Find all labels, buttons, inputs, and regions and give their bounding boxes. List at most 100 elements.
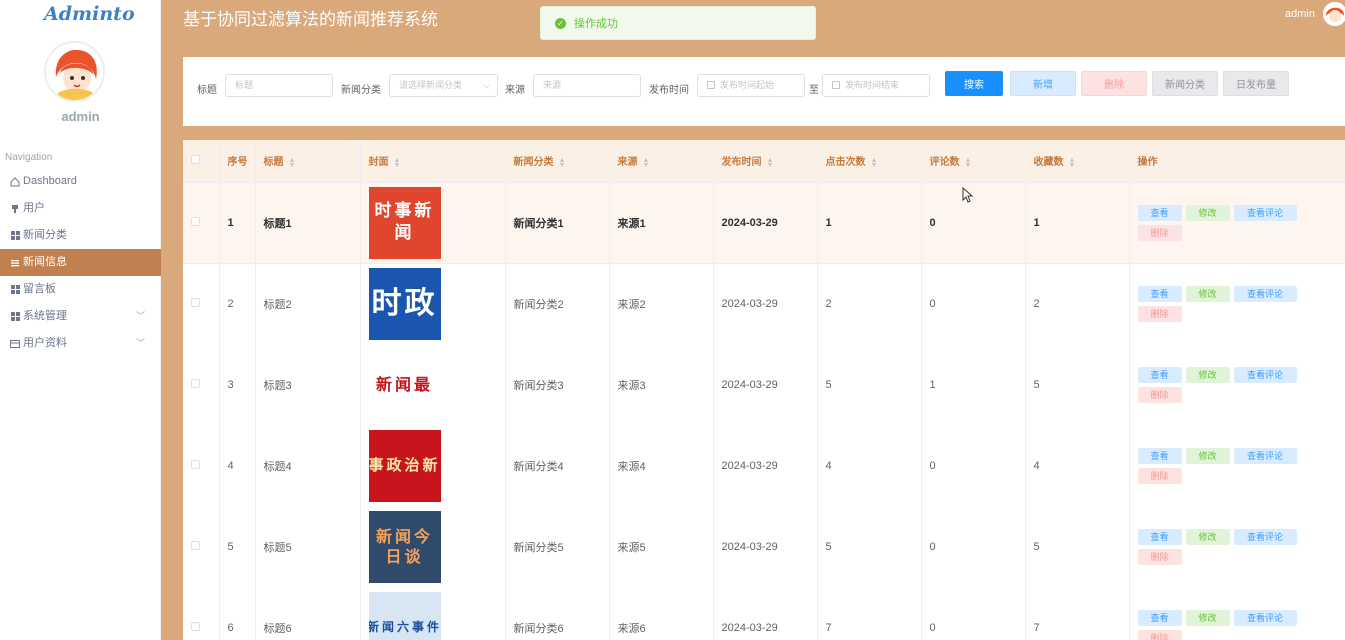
view-button[interactable]: 查看 (1137, 609, 1182, 626)
column-header-category[interactable]: 新闻分类 ▲ ▼ (505, 140, 610, 183)
sort-icon[interactable]: ▲ ▼ (289, 157, 296, 169)
view-comments-button[interactable]: 查看评论 (1233, 366, 1297, 383)
sort-icon[interactable]: ▲ ▼ (767, 157, 774, 169)
sort-icon[interactable]: ▲ ▼ (643, 157, 650, 169)
row-checkbox[interactable] (191, 540, 200, 550)
cover-image[interactable]: 新闻最 (368, 348, 441, 421)
row-actions: 查看 修改 查看评论 删除 (1137, 204, 1308, 241)
view-comments-button[interactable]: 查看评论 (1233, 528, 1297, 545)
row-checkbox[interactable] (191, 378, 200, 388)
row-date: 2024-03-29 (713, 506, 818, 587)
column-header-title[interactable]: 标题 ▲ ▼ (255, 140, 361, 183)
row-comments: 0 (921, 263, 1026, 344)
column-header-comments[interactable]: 评论数 ▲ ▼ (921, 140, 1026, 183)
delete-button[interactable]: 删除 (1137, 467, 1182, 484)
row-checkbox[interactable] (191, 216, 200, 226)
column-header-favorites[interactable]: 收藏数 ▲ ▼ (1025, 140, 1130, 183)
sort-icon[interactable]: ▲ ▼ (559, 157, 566, 169)
source-filter-input[interactable]: 来源 (533, 74, 641, 97)
delete-button[interactable]: 删除 (1137, 224, 1182, 241)
search-button[interactable]: 搜索 (945, 71, 1003, 96)
cover-text: 新闻最 (375, 374, 433, 394)
top-avatar[interactable] (1323, 2, 1345, 26)
view-button[interactable]: 查看 (1137, 528, 1182, 545)
cover-image[interactable]: 新闻今日谈 (368, 510, 441, 583)
row-title: 标题4 (255, 425, 361, 506)
sidebar-item-user-profile[interactable]: 用户资料 ﹀ (0, 330, 161, 357)
table-row[interactable]: 4 标题4 时事政治新闻 新闻分类4 来源4 2024-03-29 4 0 4 … (183, 425, 1345, 506)
user-avatar[interactable] (44, 41, 105, 102)
sidebar-nav: Dashboard 用户 新闻分类 新闻信息 留言板 系统管理 ﹀ 用户资料 ﹀ (0, 168, 161, 357)
row-checkbox[interactable] (191, 459, 200, 469)
column-header-source[interactable]: 来源 ▲ ▼ (609, 140, 714, 183)
row-checkbox[interactable] (191, 621, 200, 631)
edit-button[interactable]: 修改 (1185, 366, 1230, 383)
row-category: 新闻分类2 (505, 263, 610, 344)
edit-button[interactable]: 修改 (1185, 447, 1230, 464)
table-row[interactable]: 3 标题3 新闻最 新闻分类3 来源3 2024-03-29 5 1 5 查看 … (183, 344, 1345, 425)
view-button[interactable]: 查看 (1137, 285, 1182, 302)
sidebar-item-news-info[interactable]: 新闻信息 (0, 249, 161, 276)
category-select[interactable]: 请选择新闻分类 ⌵ (389, 74, 498, 97)
table-row[interactable]: 6 标题6 新闻六事件 新闻分类6 来源6 2024-03-29 7 0 7 查… (183, 587, 1345, 640)
delete-button[interactable]: 删除 (1137, 386, 1182, 403)
cover-image[interactable]: 时事政治新闻 (368, 429, 441, 502)
view-comments-button[interactable]: 查看评论 (1233, 447, 1297, 464)
sort-icon[interactable]: ▲ ▼ (871, 157, 878, 169)
view-button[interactable]: 查看 (1137, 447, 1182, 464)
app-logo[interactable]: Adminto (44, 3, 135, 25)
edit-button[interactable]: 修改 (1185, 285, 1230, 302)
sidebar: Adminto admin Navigation Dashboard 用户 新闻… (0, 0, 161, 640)
edit-button[interactable]: 修改 (1185, 528, 1230, 545)
sidebar-item-dashboard[interactable]: Dashboard (0, 168, 161, 195)
row-favorites: 2 (1025, 263, 1130, 344)
sort-icon[interactable]: ▲ ▼ (1069, 157, 1076, 169)
sidebar-item-users[interactable]: 用户 (0, 195, 161, 222)
cover-image[interactable]: 时政 (368, 267, 441, 340)
view-comments-button[interactable]: 查看评论 (1233, 609, 1297, 626)
edit-button[interactable]: 修改 (1185, 609, 1230, 626)
title-filter-input[interactable]: 标题 (225, 74, 333, 97)
date-end-picker[interactable]: 发布时间结束 (822, 74, 930, 97)
news-category-button[interactable]: 新闻分类 (1152, 71, 1218, 96)
delete-button[interactable]: 删除 (1137, 629, 1182, 640)
calendar-icon (707, 81, 715, 89)
edit-button[interactable]: 修改 (1185, 204, 1230, 221)
view-comments-button[interactable]: 查看评论 (1233, 204, 1297, 221)
view-button[interactable]: 查看 (1137, 366, 1182, 383)
bulk-delete-button[interactable]: 删除 (1081, 71, 1147, 96)
daily-publish-button[interactable]: 日发布量 (1223, 71, 1289, 96)
sidebar-item-label: 新闻信息 (23, 256, 67, 268)
row-index: 2 (219, 263, 256, 344)
sort-icon[interactable]: ▲ ▼ (394, 157, 401, 169)
select-all-checkbox[interactable] (191, 154, 200, 164)
table-row[interactable]: 2 标题2 时政 新闻分类2 来源2 2024-03-29 2 0 2 查看 修… (183, 263, 1345, 344)
delete-button[interactable]: 删除 (1137, 548, 1182, 565)
table-row[interactable]: 5 标题5 新闻今日谈 新闻分类5 来源5 2024-03-29 5 0 5 查… (183, 506, 1345, 587)
add-button[interactable]: 新增 (1010, 71, 1076, 96)
column-header-date[interactable]: 发布时间 ▲ ▼ (713, 140, 818, 183)
date-start-picker[interactable]: 发布时间起始 (697, 74, 805, 97)
column-header-clicks[interactable]: 点击次数 ▲ ▼ (817, 140, 922, 183)
column-header-cover[interactable]: 封面 ▲ ▼ (360, 140, 506, 183)
view-button[interactable]: 查看 (1137, 204, 1182, 221)
sidebar-item-label: 系统管理 (23, 310, 67, 322)
toast-message: 操作成功 (574, 18, 618, 30)
row-comments: 0 (921, 587, 1026, 640)
sidebar-item-system[interactable]: 系统管理 ﹀ (0, 303, 161, 330)
cover-image[interactable]: 时事新闻 (368, 186, 441, 259)
avatar-illustration (1323, 2, 1345, 26)
row-checkbox[interactable] (191, 297, 200, 307)
delete-button[interactable]: 删除 (1137, 305, 1182, 322)
row-actions: 查看 修改 查看评论 删除 (1137, 366, 1308, 403)
sidebar-item-label: Dashboard (23, 175, 77, 187)
select-all-cell[interactable] (183, 140, 220, 183)
sort-icon[interactable]: ▲ ▼ (965, 157, 972, 169)
cover-text: 时事政治新闻 (368, 456, 441, 475)
sidebar-item-message-board[interactable]: 留言板 (0, 276, 161, 303)
view-comments-button[interactable]: 查看评论 (1233, 285, 1297, 302)
cover-image[interactable]: 新闻六事件 (368, 591, 441, 640)
top-username[interactable]: admin (1285, 8, 1315, 20)
sidebar-item-news-category[interactable]: 新闻分类 (0, 222, 161, 249)
table-row[interactable]: 1 标题1 时事新闻 新闻分类1 来源1 2024-03-29 1 0 1 查看… (183, 182, 1345, 263)
